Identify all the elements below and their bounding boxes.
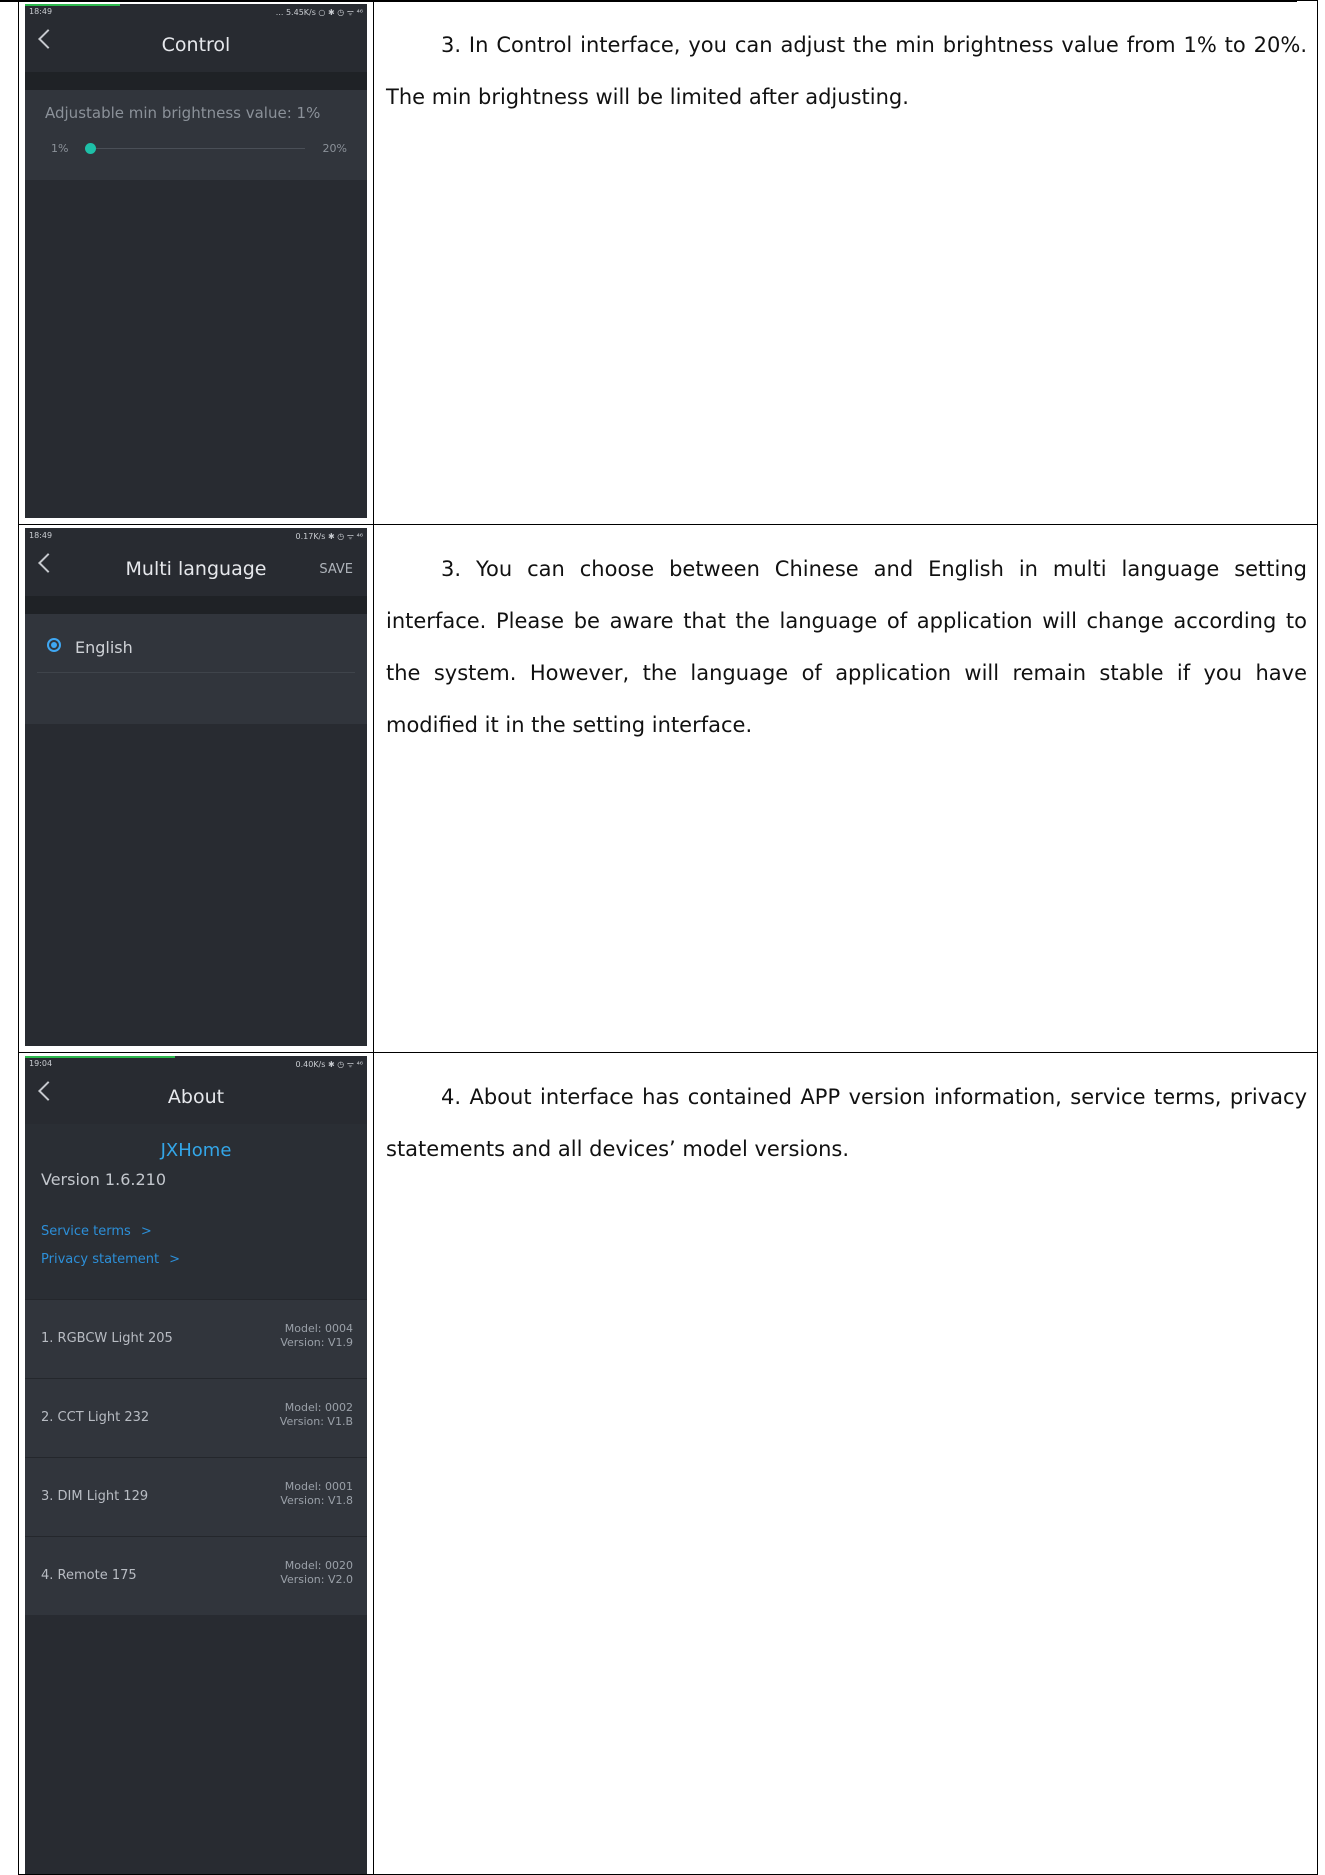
brightness-slider[interactable]: 1% 20% bbox=[45, 140, 347, 156]
about-header: JXHome Version 1.6.210 Service terms > Pr… bbox=[25, 1124, 367, 1299]
device-row[interactable]: 2. CCT Light 232 Model: 0002 Version: V1… bbox=[25, 1378, 367, 1457]
brightness-card: Adjustable min brightness value: 1% 1% 2… bbox=[25, 90, 367, 180]
control-screen: 18:49 ... 5.45K/s ○ ✱ ◷ ᯤ ⁴⁶ Control Adj… bbox=[25, 4, 367, 518]
device-version: Version: V1.8 bbox=[280, 1494, 353, 1507]
section-divider bbox=[25, 72, 367, 90]
status-bar: 19:04 0.40K/s ✱ ◷ ᯤ ⁴⁶ bbox=[25, 1056, 367, 1072]
loading-progress bbox=[25, 1056, 175, 1058]
device-name: 2. CCT Light 232 bbox=[41, 1410, 150, 1425]
about-screen: 19:04 0.40K/s ✱ ◷ ᯤ ⁴⁶ About JXHome Vers… bbox=[25, 1056, 367, 1874]
description-paragraph: 3. You can choose between Chinese and En… bbox=[386, 557, 1307, 737]
app-version: Version 1.6.210 bbox=[41, 1170, 166, 1189]
table-row: 19:04 0.40K/s ✱ ◷ ᯤ ⁴⁶ About JXHome Vers… bbox=[18, 1052, 1318, 1875]
service-terms-label: Service terms bbox=[41, 1224, 131, 1239]
screenshot-cell: 18:49 ... 5.45K/s ○ ✱ ◷ ᯤ ⁴⁶ Control Adj… bbox=[18, 0, 374, 525]
language-screen: 18:49 0.17K/s ✱ ◷ ᯤ ⁴⁶ Multi language SA… bbox=[25, 528, 367, 1046]
device-row[interactable]: 3. DIM Light 129 Model: 0001 Version: V1… bbox=[25, 1457, 367, 1536]
device-model: Model: 0002 bbox=[284, 1401, 353, 1414]
status-time: 19:04 bbox=[29, 1059, 53, 1068]
language-option-english[interactable]: English bbox=[37, 626, 355, 673]
device-meta: Model: 0004 Version: V1.9 bbox=[280, 1322, 353, 1350]
chevron-right-icon: > bbox=[140, 1224, 152, 1239]
description-cell: 4. About interface has contained APP ver… bbox=[373, 1052, 1318, 1875]
loading-progress bbox=[25, 4, 120, 6]
service-terms-link[interactable]: Service terms > bbox=[41, 1224, 152, 1239]
brightness-label: Adjustable min brightness value: 1% bbox=[45, 104, 320, 122]
slider-track[interactable] bbox=[87, 148, 305, 149]
device-row[interactable]: 1. RGBCW Light 205 Model: 0004 Version: … bbox=[25, 1299, 367, 1378]
description-paragraph: 3. In Control interface, you can adjust … bbox=[386, 33, 1307, 109]
device-model: Model: 0001 bbox=[284, 1480, 353, 1493]
device-version: Version: V2.0 bbox=[280, 1573, 353, 1586]
brightness-value: 1% bbox=[296, 104, 321, 122]
brightness-label-text: Adjustable min brightness value: bbox=[45, 104, 292, 122]
app-name: JXHome bbox=[160, 1140, 232, 1161]
device-name: 3. DIM Light 129 bbox=[41, 1489, 149, 1504]
slider-thumb[interactable] bbox=[85, 143, 96, 154]
screen-title: Control bbox=[161, 34, 231, 56]
device-row[interactable]: 4. Remote 175 Model: 0020 Version: V2.0 bbox=[25, 1536, 367, 1615]
app-bar: Control bbox=[25, 20, 367, 72]
save-button[interactable]: SAVE bbox=[319, 562, 353, 577]
language-list: English bbox=[25, 614, 367, 724]
table-row: 18:49 ... 5.45K/s ○ ✱ ◷ ᯤ ⁴⁶ Control Adj… bbox=[18, 0, 1318, 525]
app-bar: About bbox=[25, 1072, 367, 1124]
app-bar: Multi language SAVE bbox=[25, 544, 367, 596]
slider-max-label: 20% bbox=[322, 142, 347, 155]
status-icons: ... 5.45K/s ○ ✱ ◷ ᯤ ⁴⁶ bbox=[275, 8, 363, 17]
device-version: Version: V1.B bbox=[279, 1415, 353, 1428]
screen-title: Multi language bbox=[125, 558, 267, 580]
radio-selected-icon[interactable] bbox=[47, 638, 61, 652]
privacy-statement-label: Privacy statement bbox=[41, 1252, 160, 1267]
language-label: English bbox=[75, 638, 133, 657]
device-list: 1. RGBCW Light 205 Model: 0004 Version: … bbox=[25, 1299, 367, 1615]
device-model: Model: 0004 bbox=[284, 1322, 353, 1335]
device-name: 1. RGBCW Light 205 bbox=[41, 1331, 173, 1346]
privacy-statement-link[interactable]: Privacy statement > bbox=[41, 1252, 180, 1267]
device-version: Version: V1.9 bbox=[280, 1336, 353, 1349]
screenshot-cell: 19:04 0.40K/s ✱ ◷ ᯤ ⁴⁶ About JXHome Vers… bbox=[18, 1052, 374, 1875]
screen-title: About bbox=[167, 1086, 225, 1108]
status-icons: 0.17K/s ✱ ◷ ᯤ ⁴⁶ bbox=[295, 532, 364, 541]
device-meta: Model: 0020 Version: V2.0 bbox=[280, 1559, 353, 1587]
description-cell: 3. In Control interface, you can adjust … bbox=[373, 0, 1318, 525]
chevron-right-icon: > bbox=[169, 1252, 181, 1267]
description-paragraph: 4. About interface has contained APP ver… bbox=[386, 1085, 1307, 1161]
section-divider bbox=[25, 596, 367, 614]
status-time: 18:49 bbox=[29, 531, 53, 540]
status-icons: 0.40K/s ✱ ◷ ᯤ ⁴⁶ bbox=[295, 1060, 364, 1069]
status-bar: 18:49 ... 5.45K/s ○ ✱ ◷ ᯤ ⁴⁶ bbox=[25, 4, 367, 20]
document-table: 18:49 ... 5.45K/s ○ ✱ ◷ ᯤ ⁴⁶ Control Adj… bbox=[18, 0, 1318, 1875]
device-name: 4. Remote 175 bbox=[41, 1568, 137, 1583]
slider-min-label: 1% bbox=[51, 142, 69, 155]
status-time: 18:49 bbox=[29, 7, 53, 16]
description-cell: 3. You can choose between Chinese and En… bbox=[373, 524, 1318, 1053]
device-model: Model: 0020 bbox=[284, 1559, 353, 1572]
status-bar: 18:49 0.17K/s ✱ ◷ ᯤ ⁴⁶ bbox=[25, 528, 367, 544]
table-row: 18:49 0.17K/s ✱ ◷ ᯤ ⁴⁶ Multi language SA… bbox=[18, 524, 1318, 1053]
screenshot-cell: 18:49 0.17K/s ✱ ◷ ᯤ ⁴⁶ Multi language SA… bbox=[18, 524, 374, 1053]
device-meta: Model: 0002 Version: V1.B bbox=[280, 1401, 353, 1429]
device-meta: Model: 0001 Version: V1.8 bbox=[280, 1480, 353, 1508]
